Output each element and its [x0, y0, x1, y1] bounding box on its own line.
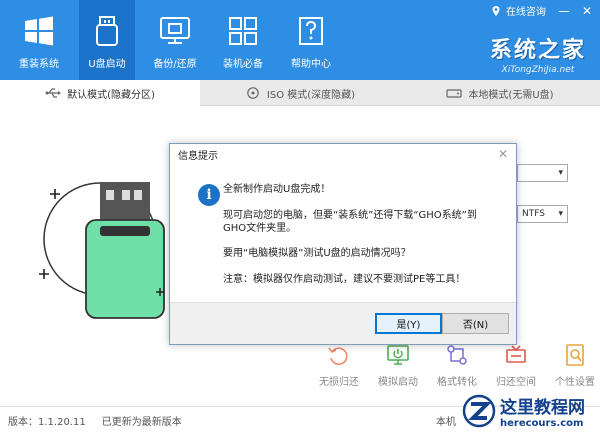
online-consult-link[interactable]: 在线咨询 [506, 3, 546, 18]
chevron-down-icon: ▾ [558, 168, 563, 178]
usb-drive-icon [90, 14, 124, 48]
nav-usb-boot[interactable]: U盘启动 [79, 0, 135, 80]
update-status: 已更新为最新版本 [101, 416, 182, 428]
tool-reclaim-space[interactable]: 归还空间 [487, 342, 545, 388]
apps-icon [226, 14, 260, 48]
tool-label: 格式转化 [437, 377, 477, 388]
drive-select[interactable]: ▾ [517, 164, 568, 182]
dialog-footer: 是(Y) 否(N) [170, 302, 516, 344]
tool-format-convert[interactable]: 格式转化 [428, 342, 486, 388]
tool-label: 无损归还 [319, 377, 359, 388]
filesystem-select[interactable]: NTFS ▾ [517, 205, 568, 223]
dialog-message-2: 现可启动您的电脑，但要“装系统”还得下载“GHO系统”到GHO文件夹里。 [223, 210, 477, 234]
drive-icon [446, 89, 463, 98]
dialog-body: i 全新制作启动U盘完成！ 现可启动您的电脑，但要“装系统”还得下载“GHO系统… [175, 165, 511, 303]
chevron-down-icon: ▾ [558, 209, 563, 219]
nav-help-center[interactable]: 帮助中心 [283, 0, 339, 80]
footer-right-text: 本机 [436, 416, 456, 428]
settings-icon [566, 344, 584, 366]
tab-label: ISO 模式(深度隐藏) [266, 89, 356, 101]
tab-label: 本地模式(无需U盘) [468, 89, 554, 101]
version-text: 版本：1.1.20.11 [8, 416, 86, 428]
dialog-message-4: 注意：模拟器仅作启动测试，建议不要测试PE等工具！ [223, 274, 466, 285]
tool-personal-settings[interactable]: 个性设置 [546, 342, 600, 388]
tab-local-mode[interactable]: 本地模式(无需U盘) [400, 80, 600, 106]
disc-icon [247, 87, 259, 99]
watermark-url: herecours.com [500, 417, 584, 429]
dialog-close-button[interactable]: ✕ [498, 147, 508, 161]
location-pin-icon [492, 5, 500, 16]
nav-reinstall-system[interactable]: 重装系统 [11, 0, 67, 80]
brand-url: XiTongZhiJia.net [501, 65, 575, 75]
tab-label: 默认模式(隐藏分区) [67, 89, 155, 101]
tab-default-mode[interactable]: 默认模式(隐藏分区) [0, 80, 200, 106]
tool-simulate-boot[interactable]: 模拟启动 [369, 342, 427, 388]
dialog-message-1: 全新制作启动U盘完成！ [223, 184, 331, 195]
watermark-logo-icon [462, 394, 496, 427]
nav-backup-restore[interactable]: 备份/还原 [147, 0, 203, 80]
tool-label: 归还空间 [496, 377, 536, 388]
tool-restore[interactable]: 无损归还 [310, 342, 368, 388]
reclaim-space-icon [506, 345, 526, 363]
simulate-boot-icon [387, 345, 409, 365]
info-dialog: 信息提示 ✕ i 全新制作启动U盘完成！ 现可启动您的电脑，但要“装系统”还得下… [169, 143, 517, 345]
main-nav: 重装系统 U盘启动 备份/还原 装机必备 帮助中心 [0, 0, 351, 80]
no-button[interactable]: 否(N) [442, 313, 509, 334]
window-controls: 在线咨询 — ✕ [490, 3, 592, 18]
backup-icon [158, 14, 192, 48]
dialog-message-3: 要用“电脑模拟器”测试U盘的启动情况吗？ [223, 248, 411, 259]
brand-logo: 系统之家 XiTongZhiJia.net [490, 32, 586, 75]
nav-label: 备份/还原 [153, 59, 197, 70]
filesystem-value: NTFS [522, 209, 545, 219]
header-bar: 重装系统 U盘启动 备份/还原 装机必备 帮助中心 在线咨询 — ✕ 系统之家 … [0, 0, 600, 80]
nav-essentials[interactable]: 装机必备 [215, 0, 271, 80]
watermark-title: 这里教程网 [500, 397, 585, 418]
tool-label: 模拟启动 [378, 377, 418, 388]
mode-tabs: 默认模式(隐藏分区) ISO 模式(深度隐藏) 本地模式(无需U盘) [0, 80, 600, 106]
tool-bar: 无损归还 模拟启动 格式转化 归还空间 个性设置 [310, 342, 600, 388]
nav-label: U盘启动 [88, 59, 126, 70]
watermark: 这里教程网 herecours.com [462, 388, 600, 433]
nav-label: 帮助中心 [291, 59, 331, 70]
nav-label: 重装系统 [19, 59, 59, 70]
restore-icon [328, 347, 348, 365]
minimize-button[interactable]: — [558, 5, 570, 17]
close-window-button[interactable]: ✕ [582, 5, 592, 17]
dialog-title: 信息提示 [178, 151, 218, 162]
brand-name: 系统之家 [489, 37, 586, 63]
windows-icon [22, 14, 56, 48]
tab-iso-mode[interactable]: ISO 模式(深度隐藏) [200, 80, 400, 106]
tool-label: 个性设置 [555, 377, 595, 388]
info-icon: i [198, 184, 220, 206]
nav-label: 装机必备 [223, 59, 263, 70]
yes-button[interactable]: 是(Y) [375, 313, 442, 334]
format-convert-icon [447, 345, 467, 365]
dialog-titlebar: 信息提示 ✕ [170, 144, 516, 165]
usb-icon [45, 88, 62, 98]
help-icon [294, 14, 328, 48]
